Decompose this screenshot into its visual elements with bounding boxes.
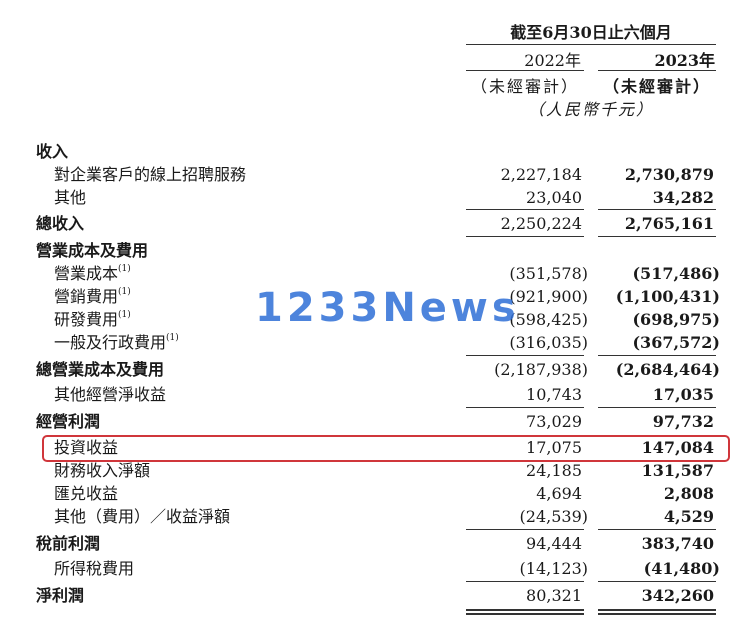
row-label: 總營業成本及費用	[36, 360, 165, 379]
subtotal-rule	[598, 529, 716, 530]
period-header: 截至6月30日止六個月	[510, 23, 672, 42]
header-rule	[466, 44, 716, 45]
value-2023: (1,100,431)	[615, 287, 720, 306]
subtotal-rule	[598, 581, 716, 582]
row-label: 研發費用	[54, 310, 119, 329]
row-net-profit: 淨利潤 80,321 342,260	[0, 585, 741, 607]
value-2023: 17,035	[652, 385, 714, 404]
value-2023: (2,684,464)	[615, 360, 720, 379]
row-label: 其他經營淨收益	[54, 385, 167, 404]
value-2022: (2,187,938)	[494, 360, 588, 379]
row-label: 淨利潤	[36, 586, 85, 605]
row-other-revenue: 其他 23,040 34,282	[0, 187, 741, 209]
value-2022: (351,578)	[509, 264, 588, 283]
row-profit-before-tax: 稅前利潤 94,444 383,740	[0, 533, 741, 555]
row-online-recruitment: 對企業客戶的線上招聘服務 2,227,184 2,730,879	[0, 164, 741, 186]
row-operating-profit: 經營利潤 73,029 97,732	[0, 411, 741, 433]
row-label: 收入	[36, 142, 69, 161]
row-other-net: 其他（費用）／收益淨額 (24,539) 4,529	[0, 506, 741, 528]
value-2022: (921,900)	[509, 287, 588, 306]
row-label: 經營利潤	[36, 412, 101, 431]
value-2022: (24,539)	[519, 507, 588, 526]
row-label: 一般及行政費用	[54, 333, 167, 352]
subtotal-rule	[598, 407, 716, 408]
value-2023: 97,732	[652, 412, 714, 431]
value-2022: 4,694	[536, 484, 582, 503]
row-label: 稅前利潤	[36, 534, 101, 553]
subtotal-rule	[466, 581, 584, 582]
value-2022: 80,321	[526, 586, 582, 605]
row-label: 營業成本及費用	[36, 241, 149, 260]
value-2023: (367,572)	[632, 333, 720, 352]
value-2022: 24,185	[526, 461, 582, 480]
subtotal-rule	[466, 209, 584, 210]
investment-income-highlight-box	[42, 435, 730, 462]
row-label: 所得稅費用	[54, 559, 135, 578]
audit-2023-note: （未經審計）	[602, 77, 711, 96]
value-2022: (14,123)	[519, 559, 588, 578]
value-2022: 73,029	[526, 412, 582, 431]
row-revenue: 收入	[0, 141, 741, 163]
subtotal-rule	[466, 529, 584, 530]
row-finance-income: 財務收入淨額 24,185 131,587	[0, 460, 741, 482]
subtotal-rule	[466, 407, 584, 408]
footnote-marker: (1)	[118, 287, 131, 297]
row-total-costs: 總營業成本及費用 (2,187,938) (2,684,464)	[0, 359, 741, 381]
value-2022: 2,227,184	[500, 165, 582, 184]
value-2023: 4,529	[663, 507, 714, 526]
subtotal-rule	[598, 209, 716, 210]
subtotal-rule	[466, 236, 584, 237]
year-2022-rule	[466, 70, 584, 71]
row-ga-expenses: 一般及行政費用(1) (316,035) (367,572)	[0, 332, 741, 354]
total-double-rule	[598, 609, 716, 611]
year-2022-header: 2022年	[524, 51, 581, 70]
total-double-rule	[466, 609, 584, 611]
value-2022: 10,743	[526, 385, 582, 404]
value-2022: (316,035)	[509, 333, 588, 352]
value-2023: 34,282	[652, 188, 714, 207]
value-2023: (698,975)	[632, 310, 720, 329]
row-income-tax: 所得稅費用 (14,123) (41,480)	[0, 558, 741, 580]
value-2022: 2,250,224	[500, 214, 582, 233]
year-2023-rule	[598, 70, 716, 71]
row-label: 財務收入淨額	[54, 461, 151, 480]
value-2022: 94,444	[526, 534, 582, 553]
row-label: 營銷費用	[54, 287, 119, 306]
value-2022: (598,425)	[509, 310, 588, 329]
row-total-revenue: 總收入 2,250,224 2,765,161	[0, 213, 741, 235]
value-2023: 342,260	[641, 586, 714, 605]
footnote-marker: (1)	[118, 310, 131, 320]
subtotal-rule	[598, 236, 716, 237]
value-2023: 131,587	[641, 461, 714, 480]
footnote-marker: (1)	[118, 264, 131, 274]
row-label: 營業成本	[54, 264, 119, 283]
row-label: 總收入	[36, 214, 85, 233]
total-double-rule	[466, 613, 584, 615]
row-label: 對企業客戶的線上招聘服務	[54, 165, 247, 184]
subtotal-rule	[598, 355, 716, 356]
row-other-operating-gains: 其他經營淨收益 10,743 17,035	[0, 384, 741, 406]
row-label: 其他（費用）／收益淨額	[54, 507, 231, 526]
row-fx-gains: 匯兑收益 4,694 2,808	[0, 483, 741, 505]
year-2023-header: 2023年	[654, 51, 715, 70]
row-label: 匯兑收益	[54, 484, 119, 503]
footnote-marker: (1)	[166, 333, 179, 343]
value-2023: 2,730,879	[624, 165, 714, 184]
value-2023: 2,765,161	[624, 214, 714, 233]
row-cost-of-revenue: 營業成本(1) (351,578) (517,486)	[0, 263, 741, 285]
row-costs-header: 營業成本及費用	[0, 240, 741, 262]
subtotal-rule	[466, 355, 584, 356]
value-2023: (41,480)	[643, 559, 720, 578]
total-double-rule	[598, 613, 716, 615]
row-label: 其他	[54, 188, 87, 207]
value-2022: 23,040	[526, 188, 582, 207]
currency-unit: （人民幣千元）	[527, 100, 654, 119]
value-2023: 2,808	[663, 484, 714, 503]
value-2023: 383,740	[641, 534, 714, 553]
value-2023: (517,486)	[632, 264, 720, 283]
watermark-logo: 1233News	[255, 285, 520, 331]
audit-2022-note: （未經審計）	[470, 77, 579, 96]
